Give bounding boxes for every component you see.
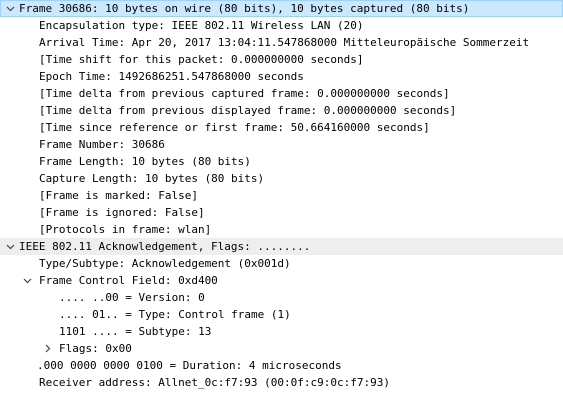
- fcf-bit-row[interactable]: 1101 .... = Subtype: 13: [0, 323, 563, 340]
- frame-length-field: Frame Length: 10 bytes (80 bits): [39, 155, 251, 168]
- frame-field-row[interactable]: [Frame is ignored: False]: [0, 204, 563, 221]
- frame-control-field-label: Frame Control Field: 0xd400: [39, 274, 218, 287]
- subtype-bits-field: 1101 .... = Subtype: 13: [59, 325, 212, 338]
- frame-tree-item[interactable]: Frame 30686: 10 bytes on wire (80 bits),…: [0, 0, 563, 17]
- version-bits-field: .... ..00 = Version: 0: [59, 291, 205, 304]
- fcf-bit-row[interactable]: .... 01.. = Type: Control frame (1): [0, 306, 563, 323]
- type-bits-field: .... 01.. = Type: Control frame (1): [59, 308, 291, 321]
- frame-number-field: Frame Number: 30686: [39, 138, 165, 151]
- wlan-header-label: IEEE 802.11 Acknowledgement, Flags: ....…: [19, 240, 311, 253]
- time-delta-displayed-field: [Time delta from previous displayed fram…: [39, 104, 457, 117]
- frame-field-row[interactable]: [Protocols in frame: wlan]: [0, 221, 563, 238]
- capture-length-field: Capture Length: 10 bytes (80 bits): [39, 172, 265, 185]
- arrival-time-field: Arrival Time: Apr 20, 2017 13:04:11.5478…: [39, 36, 530, 49]
- time-since-reference-field: [Time since reference or first frame: 50…: [39, 121, 430, 134]
- frame-field-row[interactable]: Encapsulation type: IEEE 802.11 Wireless…: [0, 17, 563, 34]
- chevron-down-icon[interactable]: [5, 238, 15, 255]
- frame-field-row[interactable]: Frame Length: 10 bytes (80 bits): [0, 153, 563, 170]
- encapsulation-type-field: Encapsulation type: IEEE 802.11 Wireless…: [39, 19, 364, 32]
- receiver-address-field: Receiver address: Allnet_0c:f7:93 (00:0f…: [39, 376, 390, 389]
- frame-field-row[interactable]: Epoch Time: 1492686251.547868000 seconds: [0, 68, 563, 85]
- frame-ignored-field: [Frame is ignored: False]: [39, 206, 205, 219]
- wlan-tree-item[interactable]: IEEE 802.11 Acknowledgement, Flags: ....…: [0, 238, 563, 255]
- flags-label: Flags: 0x00: [59, 342, 132, 355]
- time-shift-field: [Time shift for this packet: 0.000000000…: [39, 53, 364, 66]
- chevron-down-icon[interactable]: [5, 0, 15, 17]
- wlan-field-row[interactable]: Type/Subtype: Acknowledgement (0x001d): [0, 255, 563, 272]
- wlan-field-row[interactable]: .000 0000 0000 0100 = Duration: 4 micros…: [0, 357, 563, 374]
- packet-details-tree: Frame 30686: 10 bytes on wire (80 bits),…: [0, 0, 563, 391]
- chevron-right-icon[interactable]: [42, 340, 52, 357]
- frame-field-row[interactable]: [Frame is marked: False]: [0, 187, 563, 204]
- chevron-down-icon[interactable]: [22, 272, 32, 289]
- frame-header-label: Frame 30686: 10 bytes on wire (80 bits),…: [19, 2, 470, 15]
- fcf-bit-row[interactable]: .... ..00 = Version: 0: [0, 289, 563, 306]
- frame-field-row[interactable]: Capture Length: 10 bytes (80 bits): [0, 170, 563, 187]
- frame-marked-field: [Frame is marked: False]: [39, 189, 198, 202]
- frame-field-row[interactable]: [Time since reference or first frame: 50…: [0, 119, 563, 136]
- wlan-field-row[interactable]: Receiver address: Allnet_0c:f7:93 (00:0f…: [0, 374, 563, 391]
- type-subtype-field: Type/Subtype: Acknowledgement (0x001d): [39, 257, 291, 270]
- duration-field: .000 0000 0000 0100 = Duration: 4 micros…: [37, 359, 342, 372]
- protocols-in-frame-field: [Protocols in frame: wlan]: [39, 223, 212, 236]
- flags-tree-item[interactable]: Flags: 0x00: [0, 340, 563, 357]
- frame-field-row[interactable]: [Time delta from previous displayed fram…: [0, 102, 563, 119]
- frame-field-row[interactable]: [Time shift for this packet: 0.000000000…: [0, 51, 563, 68]
- epoch-time-field: Epoch Time: 1492686251.547868000 seconds: [39, 70, 304, 83]
- time-delta-captured-field: [Time delta from previous captured frame…: [39, 87, 450, 100]
- frame-field-row[interactable]: [Time delta from previous captured frame…: [0, 85, 563, 102]
- frame-control-field-tree-item[interactable]: Frame Control Field: 0xd400: [0, 272, 563, 289]
- frame-field-row[interactable]: Arrival Time: Apr 20, 2017 13:04:11.5478…: [0, 34, 563, 51]
- frame-field-row[interactable]: Frame Number: 30686: [0, 136, 563, 153]
